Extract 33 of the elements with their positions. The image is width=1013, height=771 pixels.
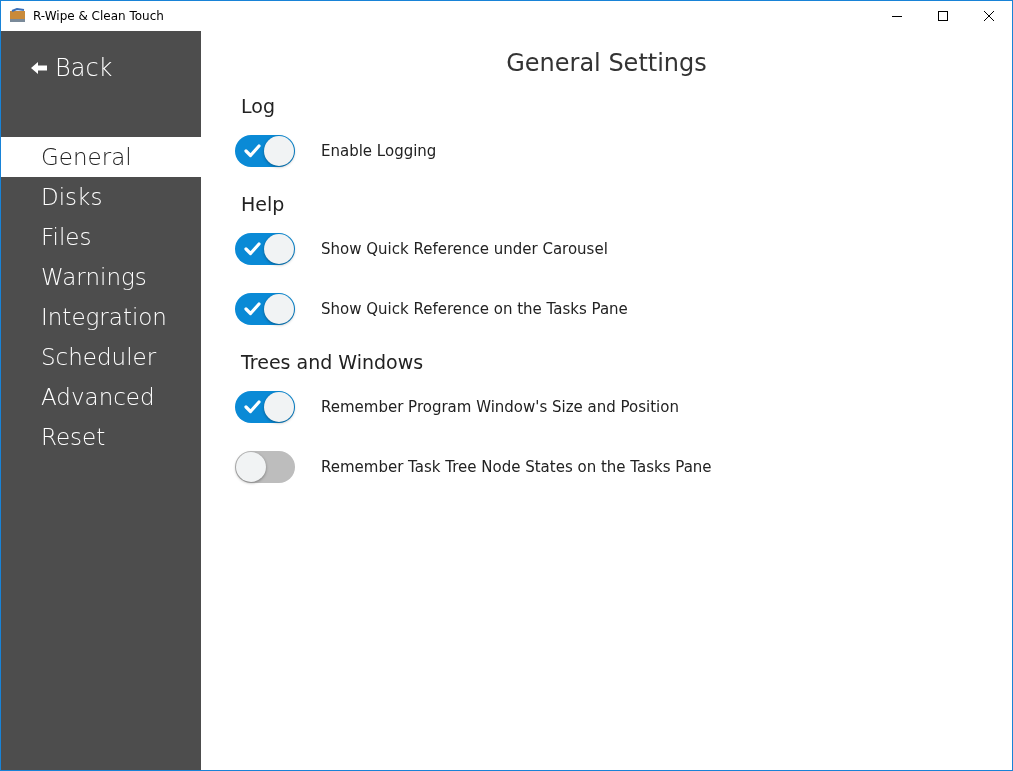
left-arrow-icon [31,62,47,74]
back-button[interactable]: Back [31,53,117,83]
app-icon [9,8,27,24]
toggle-switch[interactable] [235,451,295,483]
sidebar-item[interactable]: Warnings [1,257,201,297]
section-heading: Log [241,94,275,119]
toggle-switch[interactable] [235,293,295,325]
toggle-switch[interactable] [235,233,295,265]
close-icon [984,11,994,21]
window-title: R-Wipe & Clean Touch [33,9,165,23]
sidebar-item[interactable]: Files [1,217,201,257]
sidebar-item[interactable]: Advanced [1,377,201,417]
checkmark-icon [244,242,261,256]
sidebar-item[interactable]: Scheduler [1,337,201,377]
setting-label: Show Quick Reference on the Tasks Pane [321,300,628,318]
toggle-switch[interactable] [235,135,295,167]
sidebar-item[interactable]: General [1,137,201,177]
setting-label: Enable Logging [321,142,437,160]
section-heading: Trees and Windows [241,350,424,375]
minimize-icon [892,15,902,17]
checkmark-icon [244,302,261,316]
section-heading: Help [241,192,285,217]
sidebar-item[interactable]: Reset [1,417,201,457]
setting-label: Show Quick Reference under Carousel [321,240,608,258]
checkmark-icon [244,400,261,414]
checkmark-icon [244,144,261,158]
page-title: General Settings [505,48,708,79]
sidebar-item[interactable]: Integration [1,297,201,337]
setting-label: Remember Task Tree Node States on the Tasks Pane [321,458,712,476]
sidebar-item[interactable]: Disks [1,177,201,217]
toggle-switch[interactable] [235,391,295,423]
setting-label: Remember Program Window's Size and Position [321,398,679,416]
maximize-icon [938,11,948,21]
